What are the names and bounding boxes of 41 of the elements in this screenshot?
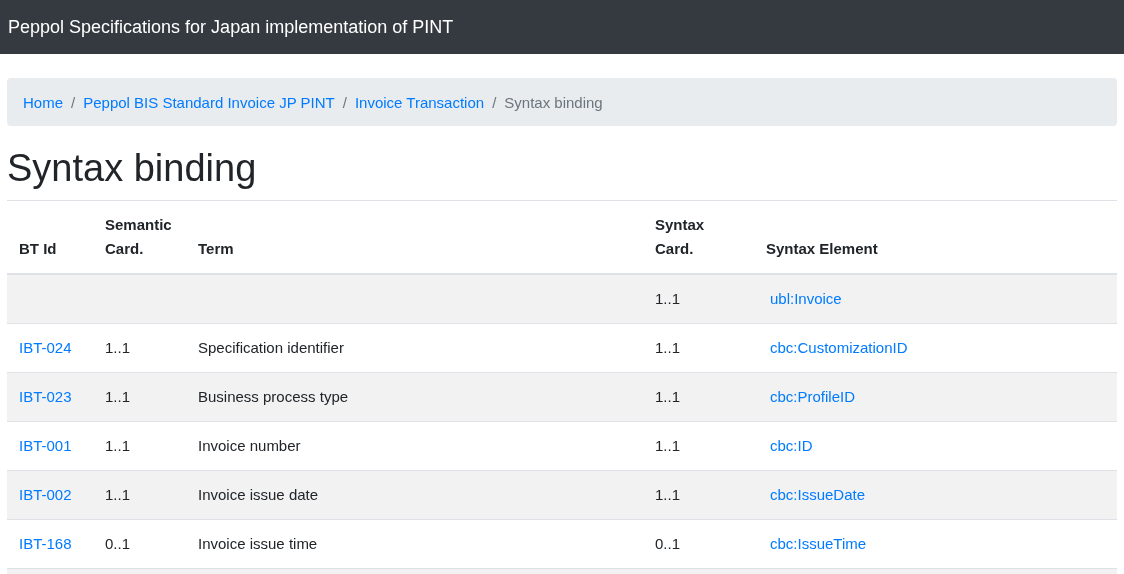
breadcrumb-current: Syntax binding xyxy=(504,93,603,111)
bt-id-link[interactable]: IBT-001 xyxy=(19,436,72,454)
column-header: Term xyxy=(198,239,234,257)
term-text: Invoice issue time xyxy=(198,534,318,552)
syntax-element-link[interactable]: cbc:IssueTime xyxy=(770,534,867,552)
cardinality-text: 1..1 xyxy=(655,289,681,307)
cardinality-text: 0..1 xyxy=(105,534,131,552)
syntax-element-link[interactable]: ubl:Invoice xyxy=(770,289,842,307)
cardinality-text: 1..1 xyxy=(655,485,681,503)
bt-id-link[interactable]: IBT-024 xyxy=(19,338,72,356)
syntax-element-link[interactable]: cbc:ProfileID xyxy=(770,387,856,405)
breadcrumb-separator: / xyxy=(491,93,498,111)
bt-id-link[interactable]: IBT-168 xyxy=(19,534,72,552)
breadcrumb-separator: / xyxy=(70,93,77,111)
cardinality-text: 1..1 xyxy=(105,485,131,503)
breadcrumb-link[interactable]: Peppol BIS Standard Invoice JP PINT xyxy=(83,93,335,111)
term-text: Invoice number xyxy=(198,436,301,454)
column-header: Syntax Card. xyxy=(655,215,705,257)
bt-id-link[interactable]: IBT-023 xyxy=(19,387,72,405)
syntax-element-link[interactable]: cbc:IssueDate xyxy=(770,485,866,503)
cardinality-text: 1..1 xyxy=(105,436,131,454)
column-header: Semantic Card. xyxy=(105,215,172,257)
breadcrumb-link[interactable]: Home xyxy=(23,93,63,111)
cardinality-text: 1..1 xyxy=(655,387,681,405)
site-title[interactable]: Peppol Specifications for Japan implementation of PINT xyxy=(8,16,454,38)
breadcrumb-link[interactable]: Invoice Transaction xyxy=(354,93,485,111)
cardinality-text: 1..1 xyxy=(105,387,131,405)
breadcrumb-separator: / xyxy=(341,93,348,111)
syntax-element-link[interactable]: cbc:ID xyxy=(770,436,813,454)
cardinality-text: 1..1 xyxy=(655,338,681,356)
page-heading: Syntax binding xyxy=(7,146,258,191)
cardinality-text: 1..1 xyxy=(105,338,131,356)
syntax-element-link[interactable]: cbc:CustomizationID xyxy=(770,338,908,356)
term-text: Invoice issue date xyxy=(198,485,319,503)
term-text: Business process type xyxy=(198,387,349,405)
column-header: BT Id xyxy=(19,239,57,257)
term-text: Specification identifier xyxy=(198,338,344,356)
cardinality-text: 0..1 xyxy=(655,534,681,552)
cardinality-text: 1..1 xyxy=(655,436,681,454)
bt-id-link[interactable]: IBT-002 xyxy=(19,485,72,503)
column-header: Syntax Element xyxy=(766,239,878,257)
